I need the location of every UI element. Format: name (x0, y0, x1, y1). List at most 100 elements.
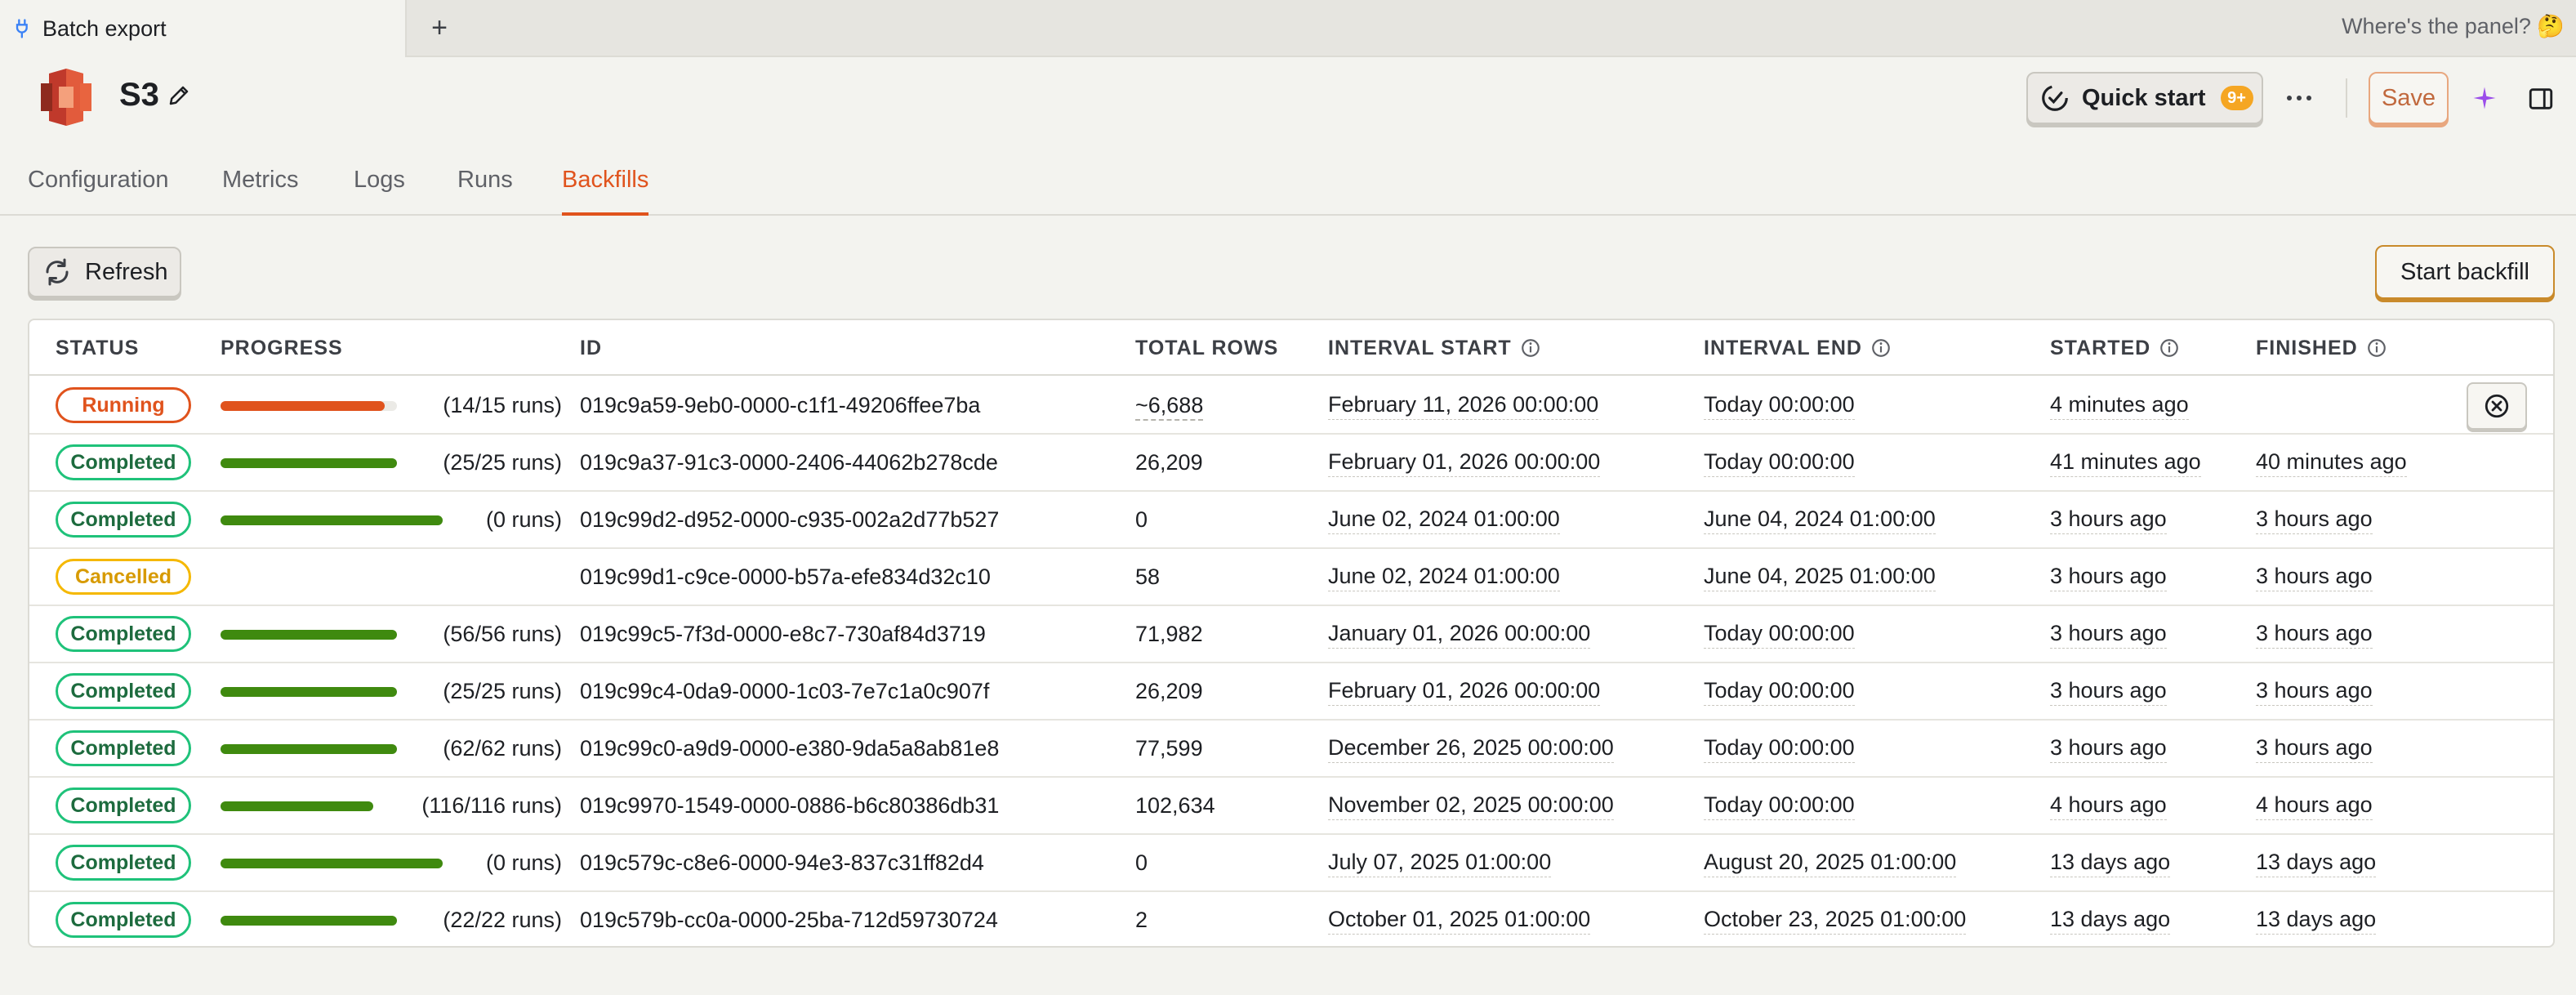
table-row[interactable]: Completed (56/56 runs) 019c99c5-7f3d-0000-… (29, 606, 2553, 663)
progress-bar (221, 630, 397, 640)
progress-bar-fill (221, 744, 397, 754)
column-header-status: STATUS (56, 337, 140, 359)
table-header-row: STATUS PROGRESS ID TOTAL ROWS INTERVAL S… (29, 320, 2553, 376)
started-time: 13 days ago (2050, 850, 2171, 877)
table-row[interactable]: Completed (25/25 runs) 019c99c4-0da9-0000-… (29, 663, 2553, 721)
backfill-id: 019c579b-cc0a-0000-25ba-712d59730724 (580, 908, 998, 932)
page-header: S3 Quick start 9+ Save (0, 59, 2576, 139)
table-row[interactable]: Completed (116/116 runs) 019c9970-1549-000… (29, 778, 2553, 835)
column-header-interval-start: INTERVAL START (1328, 320, 1541, 376)
finished-time: 13 days ago (2256, 850, 2377, 877)
ai-sparkle-icon[interactable] (2470, 83, 2499, 113)
toggle-side-panel-icon[interactable] (2527, 85, 2555, 113)
status-badge: Completed (56, 502, 191, 538)
progress-bar-fill (221, 687, 397, 697)
interval-end: June 04, 2024 01:00:00 (1704, 506, 1936, 534)
column-header-total-rows: TOTAL ROWS (1135, 337, 1279, 359)
finished-time: 13 days ago (2256, 907, 2377, 935)
s3-bucket-logo-icon (41, 69, 91, 126)
status-badge: Completed (56, 902, 191, 938)
tab-configuration[interactable]: Configuration (28, 144, 169, 216)
info-icon[interactable] (2366, 337, 2387, 359)
status-badge: Completed (56, 616, 191, 652)
more-options-icon[interactable] (2281, 83, 2317, 113)
progress-bar-fill (221, 515, 443, 525)
column-header-finished: FINISHED (2256, 320, 2387, 376)
runs-count: (62/62 runs) (443, 736, 562, 761)
table-row[interactable]: Running (14/15 runs) 019c9a59-9eb0-0000-c1… (29, 377, 2553, 435)
progress-bar (221, 916, 397, 926)
runs-count: (25/25 runs) (443, 450, 562, 475)
backfill-id: 019c579c-c8e6-0000-94e3-837c31ff82d4 (580, 850, 984, 875)
info-icon[interactable] (1870, 337, 1892, 359)
progress-bar (221, 744, 397, 754)
interval-start: June 02, 2024 01:00:00 (1328, 506, 1560, 534)
column-header-interval-end: INTERVAL END (1704, 320, 1892, 376)
total-rows: 26,209 (1135, 450, 1203, 475)
runs-count: (14/15 runs) (443, 393, 562, 417)
info-icon[interactable] (2159, 337, 2180, 359)
browser-tab-strip: Batch export + Where's the panel? 🤔 (0, 0, 2576, 57)
finished-time: 3 hours ago (2256, 564, 2373, 591)
runs-count: (116/116 runs) (421, 793, 562, 818)
runs-count: (0 runs) (485, 507, 562, 532)
save-button[interactable]: Save (2369, 72, 2449, 124)
refresh-icon (46, 258, 69, 286)
finished-time: 40 minutes ago (2256, 449, 2407, 477)
progress-bar (221, 859, 443, 868)
backfill-id: 019c9a59-9eb0-0000-c1f1-49206ffee7ba (580, 393, 981, 417)
info-icon[interactable] (1520, 337, 1541, 359)
progress-bar-fill (221, 916, 397, 926)
status-badge: Completed (56, 845, 191, 881)
backfill-id: 019c99c5-7f3d-0000-e8c7-730af84d3719 (580, 622, 986, 646)
progress-bar (221, 401, 397, 411)
quick-start-button[interactable]: Quick start 9+ (2026, 72, 2263, 124)
backfill-id: 019c99d2-d952-0000-c935-002a2d77b527 (580, 507, 1000, 532)
total-rows: 77,599 (1135, 736, 1203, 761)
column-header-started: STARTED (2050, 320, 2180, 376)
page-title: S3 (119, 77, 159, 113)
total-rows: 71,982 (1135, 622, 1203, 646)
table-row[interactable]: Completed (25/25 runs) 019c9a37-91c3-0000-… (29, 435, 2553, 492)
started-time: 3 hours ago (2050, 735, 2167, 763)
plug-icon (16, 19, 28, 38)
interval-end: August 20, 2025 01:00:00 (1704, 850, 1957, 877)
backfill-id: 019c99c0-a9d9-0000-e380-9da5a8ab81e8 (580, 736, 1000, 761)
interval-end: Today 00:00:00 (1704, 621, 1855, 649)
refresh-label: Refresh (85, 258, 168, 285)
table-row[interactable]: Completed (0 runs) 019c99d2-d952-0000-c935… (29, 492, 2553, 549)
section-tabs: Configuration Metrics Logs Runs Backfill… (0, 144, 2576, 216)
progress-bar (221, 458, 397, 468)
interval-start: February 01, 2026 00:00:00 (1328, 449, 1601, 477)
panel-hint-link[interactable]: Where's the panel? 🤔 (2342, 13, 2565, 39)
interval-end: June 04, 2025 01:00:00 (1704, 564, 1936, 591)
quick-start-count-badge: 9+ (2220, 86, 2253, 110)
new-tab-button[interactable]: + (423, 11, 456, 44)
start-backfill-button[interactable]: Start backfill (2375, 245, 2555, 299)
interval-end: Today 00:00:00 (1704, 449, 1855, 477)
table-row[interactable]: Completed (62/62 runs) 019c99c0-a9d9-0000-… (29, 721, 2553, 778)
pencil-edit-icon[interactable] (167, 83, 191, 108)
started-time: 3 hours ago (2050, 564, 2167, 591)
progress-ring-icon (2042, 85, 2068, 111)
tab-backfills[interactable]: Backfills (562, 144, 649, 216)
tab-logs[interactable]: Logs (354, 144, 405, 216)
backfill-id: 019c99d1-c9ce-0000-b57a-efe834d32c10 (580, 564, 991, 589)
tab-runs[interactable]: Runs (457, 144, 513, 216)
header-divider (2346, 78, 2347, 118)
interval-start: June 02, 2024 01:00:00 (1328, 564, 1560, 591)
table-row[interactable]: Completed (0 runs) 019c579c-c8e6-0000-94e3… (29, 835, 2553, 892)
tab-metrics[interactable]: Metrics (222, 144, 298, 216)
interval-end: October 23, 2025 01:00:00 (1704, 907, 1967, 935)
browser-tab-batch-export[interactable]: Batch export (0, 0, 407, 57)
status-badge: Cancelled (56, 559, 191, 595)
cancel-backfill-button[interactable] (2467, 382, 2527, 430)
interval-start: October 01, 2025 01:00:00 (1328, 907, 1591, 935)
progress-bar (221, 687, 397, 697)
table-row[interactable]: Cancelled 019c99d1-c9ce-0000-b57a-efe834d… (29, 549, 2553, 606)
finished-time: 3 hours ago (2256, 621, 2373, 649)
progress-bar-fill (221, 630, 397, 640)
refresh-button[interactable]: Refresh (28, 247, 181, 297)
runs-count: (25/25 runs) (443, 679, 562, 703)
table-row[interactable]: Completed (22/22 runs) 019c579b-cc0a-0000-… (29, 892, 2553, 946)
